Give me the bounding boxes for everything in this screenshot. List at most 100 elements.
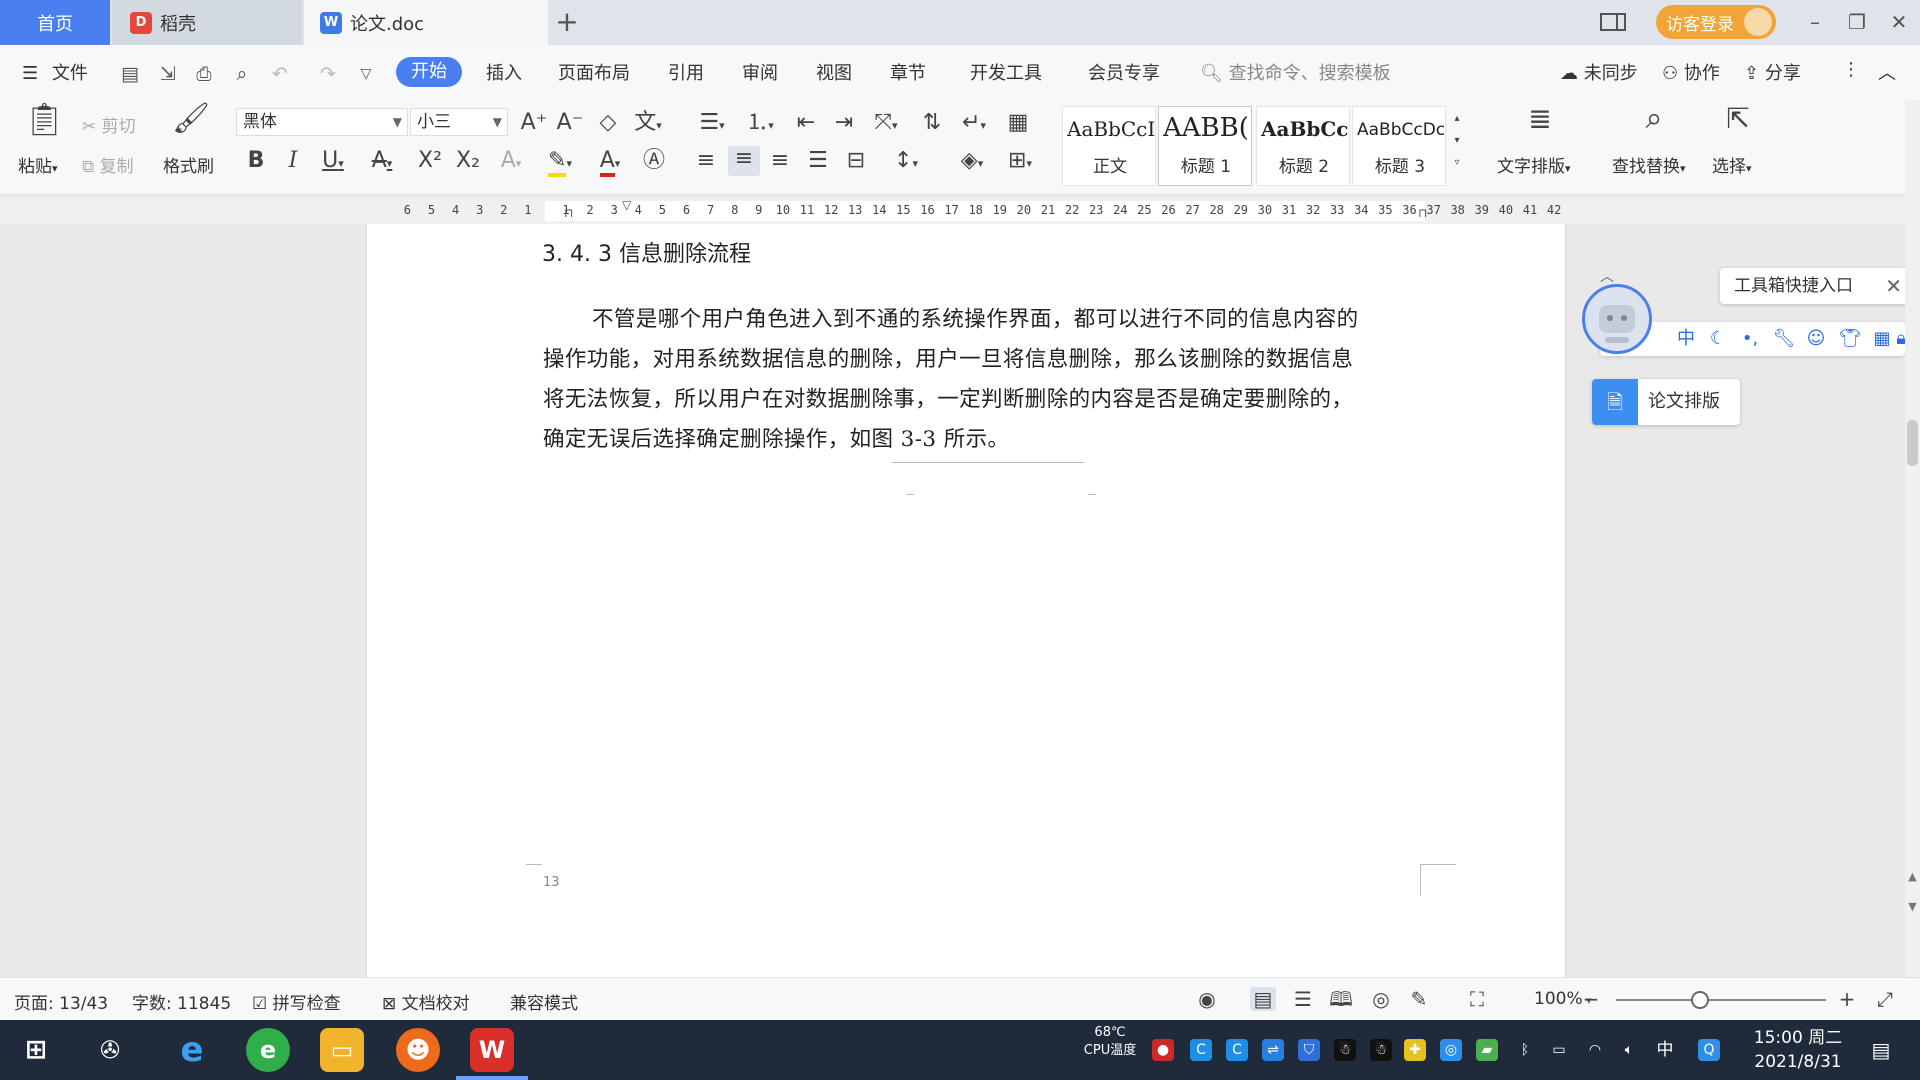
highlight-icon[interactable]: ✎▾ xyxy=(540,148,580,177)
shading-icon[interactable]: ◈▾ xyxy=(952,148,992,177)
font-family-select[interactable]: 黑体 ▼ xyxy=(236,108,408,136)
styles-scroll-icon[interactable]: ▴ ▾ ▿ xyxy=(1450,108,1464,174)
tray-plus-icon[interactable]: ✚ xyxy=(1404,1039,1426,1061)
align-right-icon[interactable]: ≡ xyxy=(766,148,794,174)
redo-icon[interactable]: ↷ xyxy=(316,63,340,85)
scrollbar-thumb[interactable] xyxy=(1907,420,1918,466)
superscript-icon[interactable]: X² xyxy=(414,148,446,174)
vertical-scrollbar[interactable]: ▲ ▼ xyxy=(1905,100,1920,977)
fit-page-icon[interactable]: ⛶ xyxy=(1464,987,1490,1011)
italic-icon[interactable]: I xyxy=(280,148,306,174)
menu-page-layout[interactable]: 页面布局 xyxy=(558,59,630,85)
pinwheel-app-icon[interactable]: ✇ xyxy=(88,1028,132,1072)
select-cursor-icon[interactable]: ⇱ xyxy=(1720,105,1756,146)
close-window-button[interactable]: ✕ xyxy=(1884,8,1914,36)
web-view-icon[interactable]: ◎ xyxy=(1368,987,1394,1011)
write-view-icon[interactable]: ✎ xyxy=(1406,987,1432,1011)
qq-browser-icon[interactable]: Q xyxy=(1698,1039,1720,1061)
nvidia-icon[interactable]: ▰ xyxy=(1476,1039,1498,1061)
strikethrough-icon[interactable]: A▾ xyxy=(362,148,402,177)
share-button[interactable]: ⇪ 分享 xyxy=(1744,59,1801,85)
wifi-icon[interactable]: ◠ xyxy=(1584,1039,1606,1061)
tab-daoke[interactable]: D 稻壳 xyxy=(112,0,302,45)
notification-icon[interactable]: ▤ xyxy=(1870,1039,1892,1061)
reading-view-icon[interactable]: 🕮︎ xyxy=(1328,987,1354,1011)
spellcheck-button[interactable]: ☑ 拼写检查 xyxy=(252,989,341,1014)
tab-home[interactable]: 首页 xyxy=(0,0,110,45)
find-replace-button[interactable]: 查找替换▾ xyxy=(1612,152,1686,177)
close-icon[interactable]: ✕ xyxy=(1885,268,1902,304)
save-icon[interactable]: ▤ xyxy=(118,63,142,85)
horizontal-ruler[interactable]: ⊓ ▽ ⊓ 6 5 4 3 2 1 1 2 3 4 5 6 7 8 9 10 11 12 13 14 15 16 17 18 1… xyxy=(0,198,1910,224)
wrench-icon[interactable]: 🔧︎ xyxy=(1772,328,1796,350)
fullscreen-icon[interactable]: ⤢ xyxy=(1872,987,1898,1011)
grid-icon[interactable]: ▦ xyxy=(1870,328,1894,350)
select-button[interactable]: 选择▾ xyxy=(1712,152,1752,177)
wps-office-icon[interactable]: W xyxy=(470,1028,514,1072)
paste-icon[interactable]: 📋︎ xyxy=(24,103,65,146)
zoom-slider[interactable] xyxy=(1616,991,1826,1009)
moon-icon[interactable]: ☾ xyxy=(1706,328,1730,350)
punctuation-icon[interactable]: •, xyxy=(1738,328,1762,350)
emoji-icon[interactable]: ☺ xyxy=(1804,328,1828,350)
paste-button[interactable]: 粘贴▾ xyxy=(18,152,58,177)
subscript-icon[interactable]: X₂ xyxy=(452,148,484,174)
text-layout-icon[interactable]: ≣ xyxy=(1520,105,1560,146)
numbered-list-icon[interactable]: ⒈▾ xyxy=(740,110,780,139)
bluetooth-icon[interactable]: ᛒ xyxy=(1514,1039,1536,1061)
layout-toggle-icon[interactable] xyxy=(1598,8,1628,36)
skin-icon[interactable]: 👕︎ xyxy=(1838,328,1862,350)
clear-format-icon[interactable]: ◇ xyxy=(594,110,622,136)
print-preview-icon[interactable]: ⌕ xyxy=(230,63,254,85)
file-explorer-icon[interactable]: ▭ xyxy=(320,1028,364,1072)
decrease-indent-icon[interactable]: ⇤ xyxy=(792,110,820,136)
table-grid-icon[interactable]: ▦ xyxy=(1002,110,1034,136)
doc-proof-button[interactable]: ⊠ 文档校对 xyxy=(382,989,470,1014)
borders-icon[interactable]: ⊞▾ xyxy=(1000,148,1040,177)
collaborate-button[interactable]: ⚇ 协作 xyxy=(1662,59,1720,85)
chinese-layout-icon[interactable]: ⤧▾ xyxy=(866,110,906,139)
tab-document[interactable]: W 论文.doc xyxy=(304,0,548,45)
cpu-temperature[interactable]: 68℃ CPU温度 xyxy=(1072,1024,1148,1060)
font-color-icon[interactable]: A▾ xyxy=(590,148,630,177)
eye-protection-icon[interactable]: ◉ xyxy=(1194,987,1220,1011)
justify-icon[interactable]: ☰ xyxy=(804,148,832,174)
style-heading-2[interactable]: AaBbCc 标题 2 xyxy=(1256,106,1350,186)
battery-icon[interactable]: ▭ xyxy=(1548,1039,1570,1061)
collapse-ribbon-icon[interactable]: ︿ xyxy=(1878,59,1896,85)
grow-font-icon[interactable]: A⁺ xyxy=(520,110,548,136)
scroll-up-icon[interactable]: ▲ xyxy=(1906,870,1919,883)
ime-indicator[interactable]: 中 xyxy=(1654,1039,1676,1061)
qq-icon[interactable]: ☃ xyxy=(1334,1039,1356,1061)
windows-start-icon[interactable]: ⊞ xyxy=(14,1028,58,1072)
browser-360-icon[interactable]: e xyxy=(246,1028,290,1072)
customize-toolbar-icon[interactable]: ▽ xyxy=(354,63,378,85)
qq-icon[interactable]: ☃ xyxy=(1370,1039,1392,1061)
menu-start[interactable]: 开始 xyxy=(396,57,462,87)
line-spacing-icon[interactable]: ↕▾ xyxy=(886,148,926,177)
bullet-list-icon[interactable]: ☰▾ xyxy=(692,110,732,139)
tray-app-icon[interactable]: C xyxy=(1226,1039,1248,1061)
menu-reference[interactable]: 引用 xyxy=(668,59,704,85)
tray-network-app-icon[interactable]: ⇌ xyxy=(1262,1039,1284,1061)
menu-view[interactable]: 视图 xyxy=(816,59,852,85)
align-center-icon[interactable]: ≡ xyxy=(728,146,760,176)
menu-developer-tools[interactable]: 开发工具 xyxy=(970,59,1042,85)
tray-app-icon[interactable]: C xyxy=(1190,1039,1212,1061)
zoom-out-icon[interactable]: − xyxy=(1578,987,1604,1011)
align-left-icon[interactable]: ≡ xyxy=(692,148,720,174)
chinese-mode-icon[interactable]: 中 xyxy=(1674,328,1698,350)
text-effect-icon[interactable]: A▾ xyxy=(492,148,530,177)
internet-explorer-icon[interactable]: e xyxy=(170,1028,214,1072)
char-border-icon[interactable]: Ⓐ xyxy=(640,148,668,174)
system-clock[interactable]: 15:00 周二 2021/8/31 xyxy=(1738,1026,1858,1074)
assistant-avatar[interactable] xyxy=(1582,284,1652,354)
bold-icon[interactable]: B xyxy=(242,148,270,174)
style-heading-3[interactable]: AaBbCcDc 标题 3 xyxy=(1352,106,1446,186)
export-icon[interactable]: ⇲ xyxy=(156,63,180,85)
document-page[interactable] xyxy=(366,224,1566,977)
tray-app-icon[interactable]: ◎ xyxy=(1440,1039,1462,1061)
style-normal[interactable]: AaBbCcI 正文 xyxy=(1062,106,1156,186)
zoom-slider-thumb[interactable] xyxy=(1691,991,1709,1009)
cut-button[interactable]: ✂ 剪切 xyxy=(82,112,136,137)
